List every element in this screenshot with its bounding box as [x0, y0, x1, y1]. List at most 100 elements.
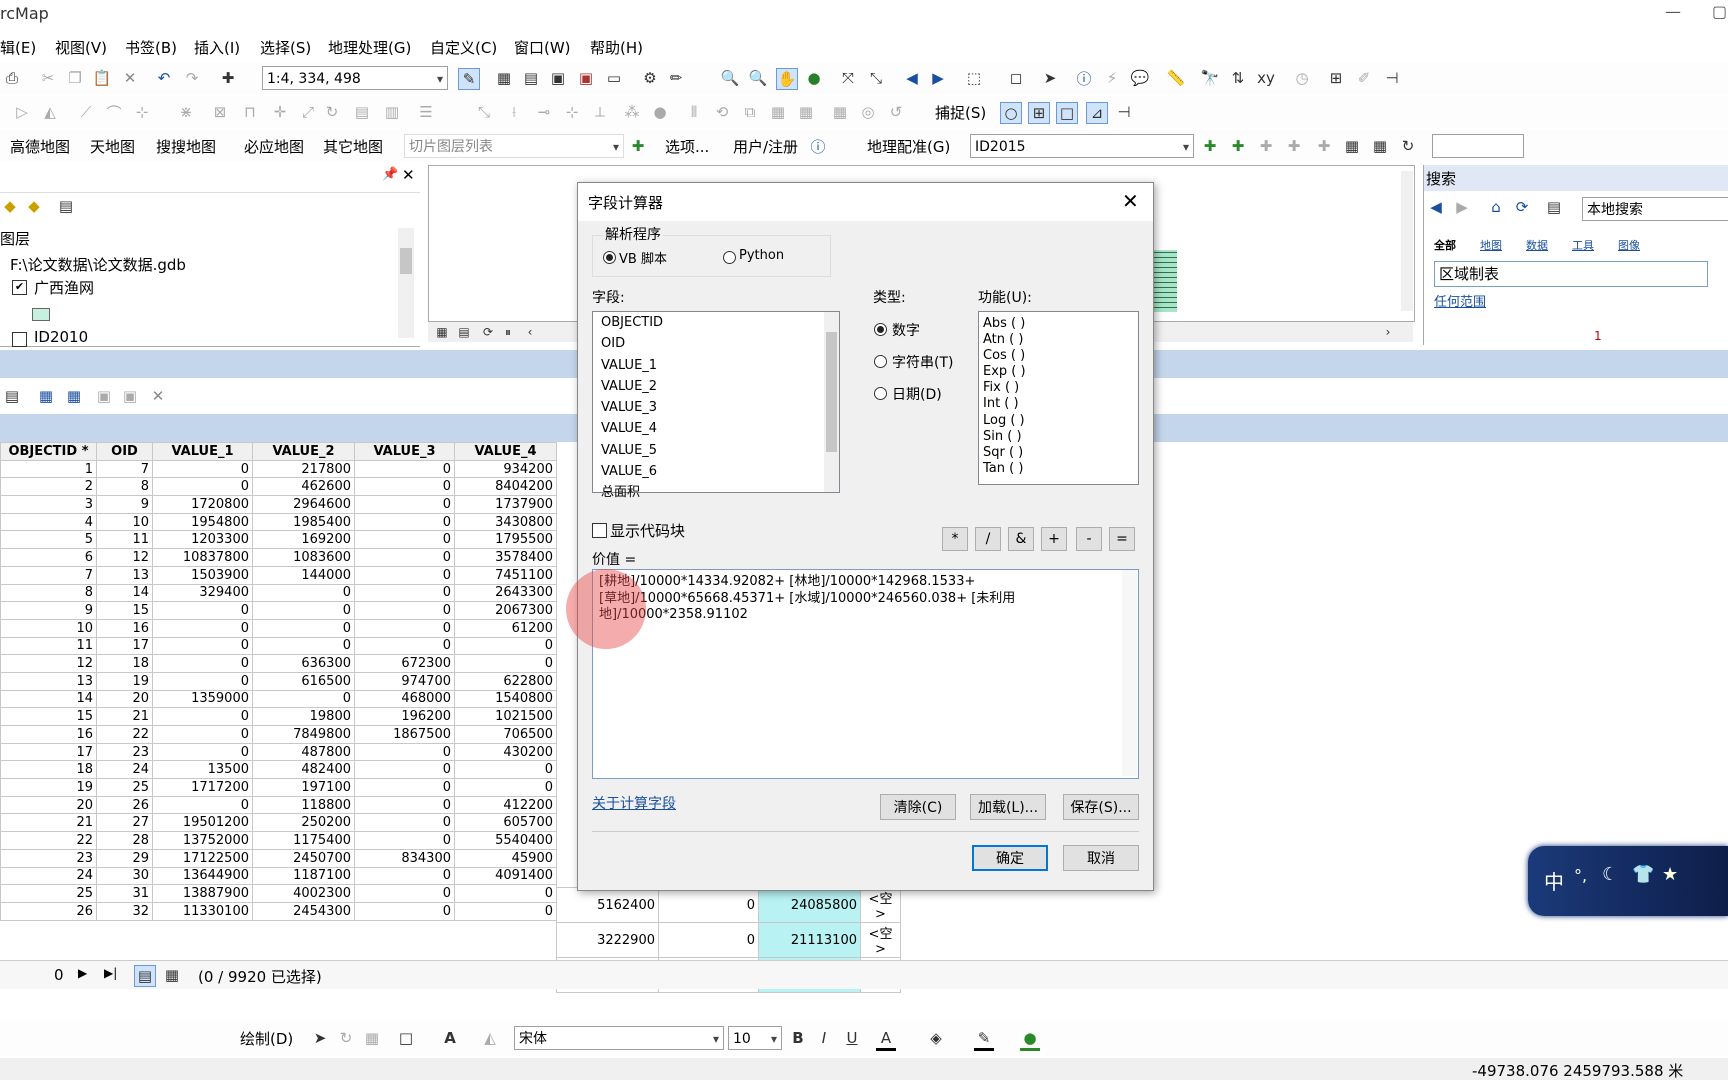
table-cell[interactable]: 0	[354, 813, 455, 833]
snap-options-icon[interactable]: ⊣	[1114, 102, 1134, 122]
scale-tool-icon[interactable]: ⤢	[298, 102, 318, 122]
table-row[interactable]: 2 8 0 462600 0 8404200	[0, 477, 557, 497]
add-data-icon[interactable]: ✚	[218, 68, 238, 88]
user-register-button[interactable]: 用户/注册	[733, 136, 798, 157]
col-oid[interactable]: OID	[96, 442, 153, 461]
table-cell[interactable]: 2643300	[454, 583, 557, 603]
html-popup-icon[interactable]: 💬	[1130, 68, 1150, 88]
table-cell[interactable]: 1503900	[152, 565, 253, 585]
table-cell[interactable]: 30	[96, 866, 153, 886]
layout-view-icon[interactable]: ▦	[432, 322, 452, 342]
pause-icon[interactable]: ⏸	[498, 322, 518, 342]
search-tab-tools[interactable]: 工具	[1572, 237, 1594, 253]
clear-button[interactable]: 清除(C)	[880, 794, 956, 820]
back-icon[interactable]: ◀	[1426, 197, 1446, 217]
python-label[interactable]: Python	[739, 248, 784, 263]
table-cell[interactable]: 196200	[354, 707, 455, 726]
table-cell[interactable]: 5540400	[454, 831, 557, 850]
table-cell[interactable]: 4	[0, 512, 97, 532]
table-cell[interactable]: 1795500	[454, 530, 557, 550]
field-item[interactable]: VALUE_6	[593, 461, 839, 482]
print-icon[interactable]: ⎙	[2, 68, 22, 88]
table-cell[interactable]: 10837800	[152, 548, 253, 567]
col-value4[interactable]: VALUE_4	[454, 442, 557, 461]
table-cell[interactable]: 0	[354, 636, 455, 656]
rotate-icon[interactable]: ✛	[270, 102, 290, 122]
straight-segment-icon[interactable]: ⟋	[76, 102, 96, 122]
spatial-adjust-icon[interactable]: ⫴	[684, 102, 704, 122]
table-cell[interactable]: 3	[0, 495, 97, 514]
menu-customize[interactable]: 自定义(C)	[430, 37, 497, 58]
clear-table-selection-icon[interactable]: ▣	[120, 386, 140, 406]
create-viewer-icon[interactable]: ⊞	[1326, 68, 1346, 88]
function-item[interactable]: Sin ( )	[979, 429, 1138, 445]
search-tab-all[interactable]: 全部	[1434, 237, 1456, 253]
table-cell[interactable]: 0	[252, 636, 355, 656]
delete-selected-icon[interactable]: ✕	[148, 386, 168, 406]
table-cell[interactable]: 14	[96, 583, 153, 603]
table-cell[interactable]: <空>	[860, 922, 901, 958]
table-cell[interactable]: 0	[354, 866, 455, 886]
equals-button[interactable]: =	[1109, 527, 1135, 551]
table-cell[interactable]: 15	[0, 707, 97, 726]
generalize-icon[interactable]: ⁂	[622, 102, 642, 122]
table-cell[interactable]: 0	[354, 795, 455, 815]
table-row[interactable]: 12 18 0 636300 672300 0	[0, 654, 557, 673]
table-cell[interactable]: 1867500	[354, 725, 455, 744]
table-row[interactable]: 13 19 0 616500 974700 622800	[0, 671, 557, 691]
table-options-icon[interactable]: ▤	[2, 386, 22, 406]
search-tab-data[interactable]: 数据	[1526, 237, 1548, 253]
value-cell[interactable]: 21113100	[758, 922, 861, 958]
table-row[interactable]: 19 25 1717200 197100 0 0	[0, 778, 557, 797]
function-item[interactable]: Atn ( )	[979, 332, 1138, 348]
table-cell[interactable]: 13752000	[152, 831, 253, 850]
table-cell[interactable]: 1985400	[252, 512, 355, 532]
select-elements-icon[interactable]: ➤	[1040, 68, 1060, 88]
col-objectid[interactable]: OBJECTID *	[0, 442, 97, 461]
table-cell[interactable]: 13	[96, 565, 153, 585]
table-cell[interactable]: 0	[354, 760, 455, 780]
table-cell[interactable]: 24	[96, 760, 153, 780]
table-cell[interactable]: 0	[454, 884, 557, 903]
field-item[interactable]: VALUE_3	[593, 397, 839, 418]
table-cell[interactable]: 29	[96, 848, 153, 868]
table-cell[interactable]: 31	[96, 884, 153, 903]
field-item[interactable]: VALUE_5	[593, 440, 839, 461]
table-cell[interactable]: 1540800	[454, 689, 557, 709]
table-cell[interactable]: 1954800	[152, 512, 253, 532]
table-cell[interactable]: 2067300	[454, 601, 557, 620]
table-cell[interactable]: 2450700	[252, 848, 355, 868]
vertex-snap-icon[interactable]: □	[1056, 102, 1078, 124]
menu-geoprocessing[interactable]: 地理处理(G)	[328, 37, 411, 58]
table-cell[interactable]: 482400	[252, 760, 355, 780]
pen-icon[interactable]: ✏	[666, 68, 686, 88]
data-view-icon[interactable]: ▤	[454, 322, 474, 342]
table-cell[interactable]: 20	[0, 795, 97, 815]
edit-vertices-icon[interactable]: ↻	[322, 102, 342, 122]
table-cell[interactable]: 462600	[252, 477, 355, 497]
marker-color-icon[interactable]: ●	[1020, 1028, 1040, 1051]
table-row[interactable]: 15 21 0 19800 196200 1021500	[0, 707, 557, 726]
table-cell[interactable]: 26	[96, 795, 153, 815]
table-cell[interactable]: 0	[152, 742, 253, 762]
table-cell[interactable]: 18	[96, 654, 153, 673]
table-cell[interactable]: 118800	[252, 795, 355, 815]
table-cell[interactable]: 18	[0, 760, 97, 780]
table-cell[interactable]: 0	[354, 618, 455, 638]
table-cell[interactable]: 0	[354, 601, 455, 620]
menu-windows[interactable]: 窗口(W)	[514, 37, 571, 58]
function-item[interactable]: Cos ( )	[979, 348, 1138, 364]
table-cell[interactable]: 13	[0, 671, 97, 691]
font-size-dropdown[interactable]: 10 ▾	[728, 1026, 782, 1050]
table-cell[interactable]: 0	[658, 887, 759, 923]
type-date-label[interactable]: 日期(D)	[892, 384, 942, 404]
copy-icon[interactable]: ❐	[65, 68, 85, 88]
table-cell[interactable]: 5	[0, 530, 97, 550]
table-row[interactable]: 17 23 0 487800 0 430200	[0, 742, 557, 762]
table-cell[interactable]: 0	[354, 548, 455, 567]
function-item[interactable]: Log ( )	[979, 413, 1138, 429]
underline-icon[interactable]: U	[842, 1028, 862, 1048]
table-cell[interactable]: 9	[96, 495, 153, 514]
rotate-angle-input[interactable]	[1432, 134, 1524, 158]
edit-vertices-draw-icon[interactable]: ◭	[480, 1028, 500, 1048]
